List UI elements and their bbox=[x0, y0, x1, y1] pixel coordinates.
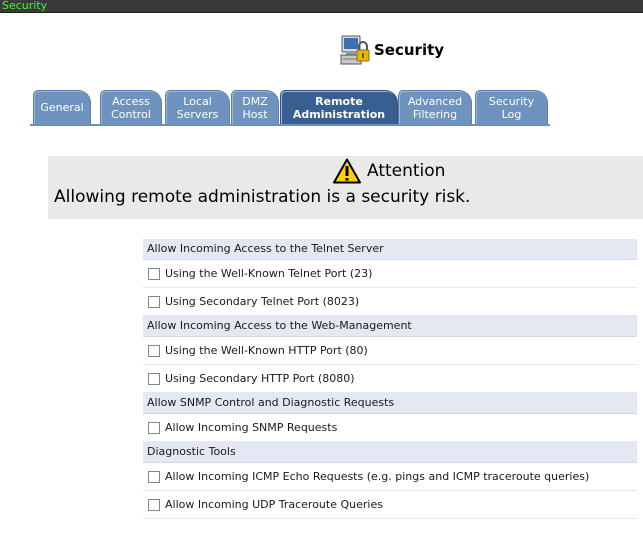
section-header-diagnostic-tools: Diagnostic Tools bbox=[143, 442, 637, 463]
option-label: Using Secondary Telnet Port (8023) bbox=[165, 295, 360, 308]
snmp-requests-checkbox[interactable] bbox=[148, 421, 160, 434]
http-port-8080-checkbox[interactable] bbox=[148, 372, 160, 385]
option-row: Using Secondary HTTP Port (8080) bbox=[143, 365, 637, 393]
lock-computer-icon bbox=[340, 34, 370, 66]
attention-header: Attention bbox=[333, 156, 445, 186]
option-label: Using the Well-Known HTTP Port (80) bbox=[165, 344, 368, 357]
section-header-telnet: Allow Incoming Access to the Telnet Serv… bbox=[143, 239, 637, 260]
window-title-bar: Security bbox=[0, 0, 643, 13]
attention-title: Attention bbox=[367, 161, 446, 181]
window-title: Security bbox=[2, 0, 48, 12]
tab-security-log[interactable]: Security Log bbox=[475, 90, 548, 124]
tab-label: Log bbox=[501, 108, 522, 121]
page-header: Security bbox=[340, 34, 444, 66]
tab-label: Servers bbox=[176, 108, 219, 121]
section-header-snmp: Allow SNMP Control and Diagnostic Reques… bbox=[143, 393, 637, 414]
icmp-echo-checkbox[interactable] bbox=[148, 470, 160, 483]
tab-label: Host bbox=[242, 108, 268, 121]
telnet-port-23-checkbox[interactable] bbox=[148, 267, 160, 280]
tab-advanced-filtering[interactable]: Advanced Filtering bbox=[398, 90, 472, 124]
page-title: Security bbox=[374, 41, 445, 59]
option-row: Using Secondary Telnet Port (8023) bbox=[143, 288, 637, 316]
option-label: Using Secondary HTTP Port (8080) bbox=[165, 372, 355, 385]
udp-traceroute-checkbox[interactable] bbox=[148, 498, 160, 511]
remote-admin-settings: Allow Incoming Access to the Telnet Serv… bbox=[143, 239, 637, 519]
tab-remote-administration[interactable]: Remote Administration bbox=[280, 90, 398, 124]
tab-general[interactable]: General bbox=[33, 90, 91, 124]
option-label: Allow Incoming ICMP Echo Requests (e.g. … bbox=[165, 470, 590, 483]
tab-label: Control bbox=[111, 108, 151, 121]
tab-dmz-host[interactable]: DMZ Host bbox=[231, 90, 279, 124]
tab-label: Advanced bbox=[407, 95, 463, 108]
tab-label: Local bbox=[183, 95, 212, 108]
tab-access-control[interactable]: Access Control bbox=[100, 90, 162, 124]
attention-message: Allowing remote administration is a secu… bbox=[54, 187, 471, 207]
option-label: Using the Well-Known Telnet Port (23) bbox=[165, 267, 373, 280]
option-row: Allow Incoming SNMP Requests bbox=[143, 414, 637, 442]
option-row: Allow Incoming ICMP Echo Requests (e.g. … bbox=[143, 463, 637, 491]
tab-label: DMZ bbox=[242, 95, 268, 108]
option-row: Using the Well-Known Telnet Port (23) bbox=[143, 260, 637, 288]
tab-bar: General Access Control Local Servers DMZ… bbox=[0, 90, 643, 126]
tab-underline bbox=[30, 124, 550, 126]
attention-box: Attention Allowing remote administration… bbox=[48, 156, 643, 219]
tab-local-servers[interactable]: Local Servers bbox=[165, 90, 230, 124]
tab-label: Access bbox=[112, 95, 150, 108]
tab-label: Filtering bbox=[412, 108, 458, 121]
option-label: Allow Incoming SNMP Requests bbox=[165, 421, 338, 434]
option-label: Allow Incoming UDP Traceroute Queries bbox=[165, 498, 383, 511]
tab-label: Administration bbox=[292, 108, 386, 121]
http-port-80-checkbox[interactable] bbox=[148, 344, 160, 357]
option-row: Using the Well-Known HTTP Port (80) bbox=[143, 337, 637, 365]
telnet-port-8023-checkbox[interactable] bbox=[148, 295, 160, 308]
warning-triangle-icon bbox=[333, 158, 361, 184]
tab-label: Security bbox=[488, 95, 535, 108]
tab-label: Remote bbox=[315, 95, 363, 108]
option-row: Allow Incoming UDP Traceroute Queries bbox=[143, 491, 637, 519]
tab-label: General bbox=[40, 101, 84, 114]
section-header-web-management: Allow Incoming Access to the Web-Managem… bbox=[143, 316, 637, 337]
